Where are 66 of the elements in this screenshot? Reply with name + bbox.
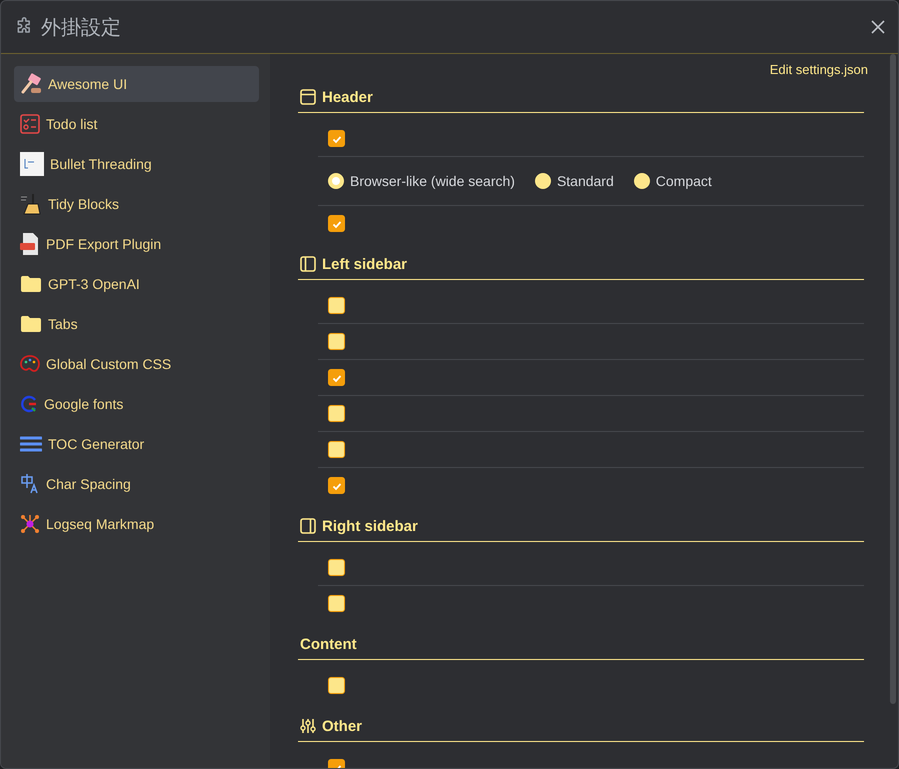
- thumbnail-icon: [20, 152, 44, 176]
- radio-label: Standard: [556, 173, 614, 189]
- right-panel-icon: [300, 518, 316, 534]
- pdf-file-icon: [20, 232, 40, 256]
- plugin-item[interactable]: Bullet Threading: [14, 146, 259, 182]
- broom-icon: [20, 193, 42, 215]
- plugin-item[interactable]: Google fonts: [14, 386, 259, 422]
- section-title: Right sidebar: [322, 518, 418, 534]
- checkbox[interactable]: [328, 677, 345, 694]
- checkbox[interactable]: [328, 595, 345, 612]
- plugin-item[interactable]: Char Spacing: [14, 466, 259, 502]
- section-title: Header: [322, 88, 373, 106]
- checkbox[interactable]: [328, 333, 345, 350]
- checklist-icon: [20, 114, 40, 134]
- section-title: Content: [300, 636, 357, 652]
- checkbox[interactable]: [328, 297, 345, 314]
- section-title: Other: [322, 718, 362, 734]
- checkbox[interactable]: [328, 405, 345, 422]
- checkbox[interactable]: [328, 441, 345, 458]
- mind-map-icon: [20, 514, 40, 534]
- plugin-name: Awesome UI: [48, 76, 128, 92]
- checkbox[interactable]: [328, 215, 345, 232]
- plugin-item[interactable]: Todo list: [14, 106, 259, 142]
- plugin-item[interactable]: Tabs: [14, 306, 259, 342]
- close-icon[interactable]: [870, 19, 886, 35]
- plugin-item[interactable]: Global Custom CSS: [14, 346, 259, 382]
- plugin-name: TOC Generator: [48, 436, 144, 452]
- plugin-item[interactable]: TOC Generator: [14, 426, 259, 462]
- radio-label: Browser-like (wide search): [350, 173, 515, 189]
- plugin-name: Todo list: [46, 116, 98, 132]
- scrollbar[interactable]: [890, 54, 896, 704]
- plugin-item[interactable]: Logseq Markmap: [14, 506, 259, 542]
- window-panel-icon: [300, 89, 316, 105]
- palette-icon: [20, 355, 40, 373]
- window-title: 外掛設定: [41, 16, 122, 40]
- radio-button[interactable]: [328, 173, 344, 189]
- checkbox[interactable]: [328, 130, 345, 147]
- plugin-name: Char Spacing: [46, 476, 131, 492]
- section-title: Left sidebar: [322, 256, 408, 272]
- checkbox[interactable]: [328, 477, 345, 494]
- folder-icon: [20, 315, 42, 333]
- plugin-item[interactable]: PDF Export Plugin: [14, 226, 259, 262]
- colored-arc-icon: [20, 395, 38, 413]
- hammer-icon: [20, 73, 42, 95]
- radio-label: Compact: [656, 173, 712, 189]
- plugin-item[interactable]: Awesome UI: [14, 66, 259, 102]
- plugin-name: Logseq Markmap: [46, 516, 154, 532]
- edit-settings-link[interactable]: Edit settings.json: [770, 62, 868, 77]
- radio-button[interactable]: [634, 173, 650, 189]
- plugin-name: Tidy Blocks: [48, 196, 120, 212]
- plugin-item[interactable]: GPT-3 OpenAI: [14, 266, 259, 302]
- plugin-item[interactable]: Tidy Blocks: [14, 186, 259, 222]
- sliders-icon: [300, 718, 316, 734]
- plugin-name: Google fonts: [44, 396, 124, 412]
- radio-button[interactable]: [534, 173, 551, 189]
- plugin-name: Tabs: [48, 316, 78, 332]
- plugin-name: GPT-3 OpenAI: [48, 276, 140, 292]
- spacing-glyph-icon: [20, 473, 40, 495]
- plugin-name: Global Custom CSS: [46, 356, 172, 372]
- plugin-name: Bullet Threading: [50, 156, 152, 172]
- checkbox[interactable]: [328, 559, 345, 576]
- folder-icon: [20, 275, 42, 293]
- left-panel-icon: [300, 256, 316, 272]
- plugin-name: PDF Export Plugin: [46, 236, 162, 252]
- checkbox[interactable]: [328, 369, 345, 386]
- list-lines-icon: [20, 435, 42, 453]
